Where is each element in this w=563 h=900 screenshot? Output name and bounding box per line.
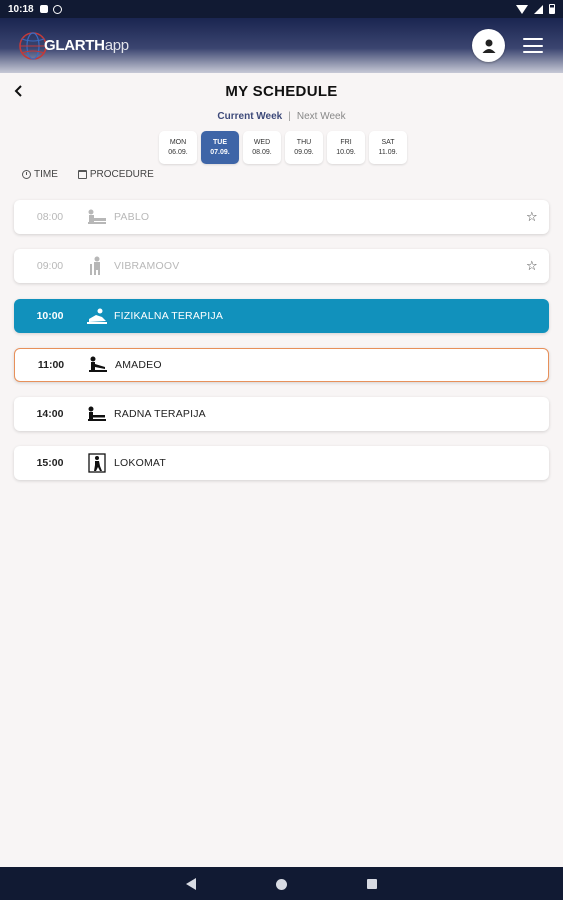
schedule-list: 08:00 PABLO ☆ 09:00 VIBRAMOOV ☆ 10:00 FI… [14,200,549,496]
row-time: 11:00 [37,358,65,371]
app-header: GLARTHapp [0,18,563,73]
schedule-row[interactable]: 11:00 AMADEO [14,347,549,382]
occupational-therapy-icon [86,404,108,424]
user-avatar-button[interactable] [472,29,505,62]
day-thu[interactable]: THU 09.09. [285,131,323,164]
day-mon[interactable]: MON 06.09. [159,131,197,164]
favorite-star-icon[interactable]: ☆ [526,210,539,223]
clock-icon [22,170,31,179]
row-procedure: RADNA TERAPIJA [114,408,206,421]
schedule-row[interactable]: 15:00 LOKOMAT [14,446,549,481]
nav-home-icon[interactable] [276,879,287,890]
week-separator: | [288,111,291,122]
row-time: 15:00 [36,457,64,470]
day-sat[interactable]: SAT 11.09. [369,131,407,164]
procedure-column-header: PROCEDURE [77,169,154,180]
status-time: 10:18 [8,3,34,15]
row-time: 10:00 [36,309,64,322]
current-week-tab[interactable]: Current Week [217,111,282,122]
sync-icon [52,4,62,14]
physical-therapy-icon [86,306,108,326]
amadeo-device-icon [87,355,109,375]
page-title: MY SCHEDULE [225,83,338,100]
row-time: 09:00 [36,260,64,273]
standing-device-icon [86,256,108,276]
column-headers: TIME PROCEDURE [22,169,154,180]
row-procedure: PABLO [114,211,150,223]
user-icon [482,39,495,53]
nav-recents-icon[interactable] [367,879,377,889]
hamburger-menu-icon[interactable] [523,38,543,53]
wifi-icon [516,4,528,14]
status-bar: 10:18 [0,0,563,18]
schedule-row[interactable]: 14:00 RADNA TERAPIJA [14,397,549,432]
week-switch: Current Week | Next Week [0,111,563,122]
day-tue[interactable]: TUE 07.09. [201,131,239,164]
schedule-row[interactable]: 09:00 VIBRAMOOV ☆ [14,249,549,284]
row-procedure: FIZIKALNA TERAPIJA [114,309,224,322]
app-logo[interactable]: GLARTHapp [16,29,129,63]
notification-icon [39,5,48,13]
logo-text: GLARTHapp [44,37,129,54]
schedule-row[interactable]: 10:00 FIZIKALNA TERAPIJA [14,298,549,333]
nav-back-icon[interactable] [186,878,196,890]
row-time: 14:00 [36,408,64,421]
time-column-header: TIME [22,169,58,180]
row-procedure: VIBRAMOOV [114,260,180,273]
day-fri[interactable]: FRI 10.09. [327,131,365,164]
day-selector: MON 06.09. TUE 07.09. WED 08.09. THU 09.09. … [159,131,407,164]
row-procedure: AMADEO [115,358,162,371]
lokomat-device-icon [86,453,108,474]
day-wed[interactable]: WED 08.09. [243,131,281,164]
signal-icon [534,4,543,14]
schedule-row[interactable]: 08:00 PABLO ☆ [14,200,549,234]
favorite-star-icon[interactable]: ☆ [526,259,539,272]
row-time: 08:00 [36,211,64,223]
row-procedure: LOKOMAT [114,457,166,470]
battery-icon [549,4,555,14]
next-week-tab[interactable]: Next Week [297,111,346,122]
calendar-icon [77,170,87,179]
hand-therapy-icon [86,207,108,227]
system-nav-bar [0,867,563,900]
